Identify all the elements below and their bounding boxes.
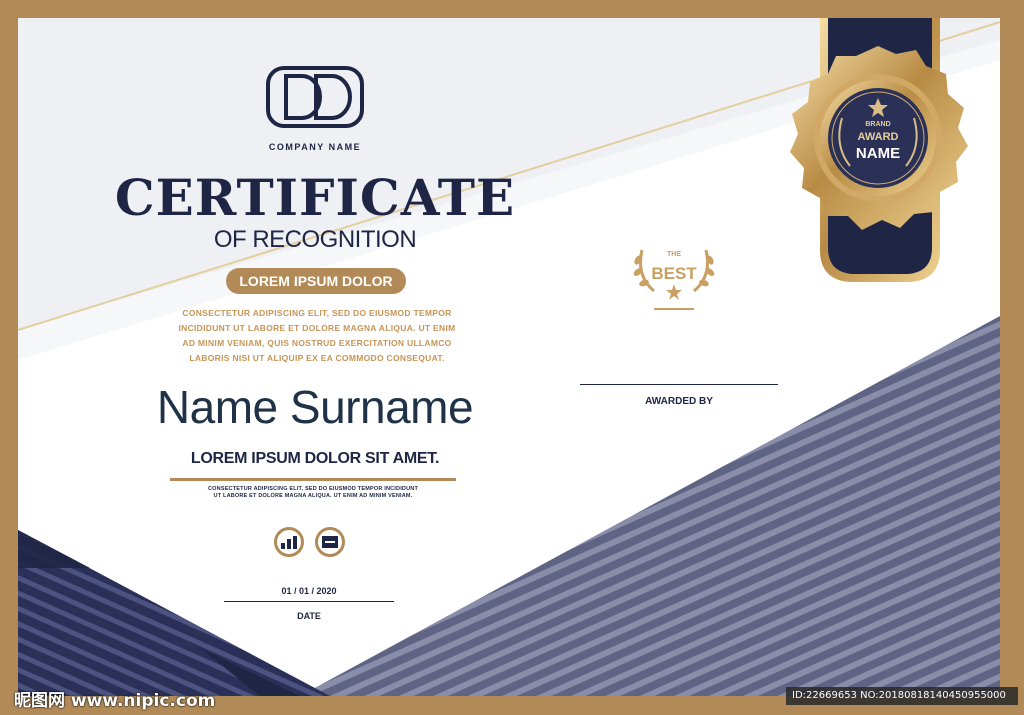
seal-line1: BRAND (865, 121, 890, 128)
chart-icon (274, 527, 304, 557)
description-paragraph: CONSECTETUR ADIPISCING ELIT, SED DO EIUS… (178, 308, 456, 363)
lorem-pill-badge: LOREM IPSUM DOLOR (226, 268, 406, 294)
best-badge: THE BEST (624, 236, 724, 316)
company-name: COMPANY NAME (268, 142, 362, 152)
date-value: 01 / 01 / 2020 (281, 586, 337, 596)
certificate-title: CERTIFICATE (114, 168, 516, 227)
certificate-subtitle: OF RECOGNITION (213, 226, 417, 253)
seal-line2: AWARD (858, 131, 899, 143)
best-main-text: BEST (651, 264, 697, 283)
awarded-by-line (580, 384, 778, 385)
gold-divider (170, 478, 456, 481)
laurel-icon: THE BEST (633, 249, 715, 310)
watermark-left: 昵图网 www.nipic.com (14, 691, 216, 711)
watermark-right: ID:22669653 NO:20180818140450955000 (786, 687, 1018, 705)
award-seal: BRAND AWARD NAME (790, 18, 968, 282)
certificate-frame: COMPANY NAME CERTIFICATE OF RECOGNITION … (0, 0, 1024, 715)
headline-text: LOREM IPSUM DOLOR SIT AMET. (190, 450, 440, 467)
card-icon (315, 527, 345, 557)
seal-line3: NAME (856, 145, 900, 162)
recipient-name: Name Surname (156, 381, 474, 433)
awarded-by-label: AWARDED BY (645, 396, 713, 407)
date-line (224, 601, 394, 602)
fine-print-text: CONSECTETUR ADIPISCING ELIT, SED DO EIUS… (208, 486, 419, 499)
date-label: DATE (297, 611, 321, 621)
company-logo-icon (266, 66, 364, 128)
best-top-text: THE (667, 251, 681, 258)
